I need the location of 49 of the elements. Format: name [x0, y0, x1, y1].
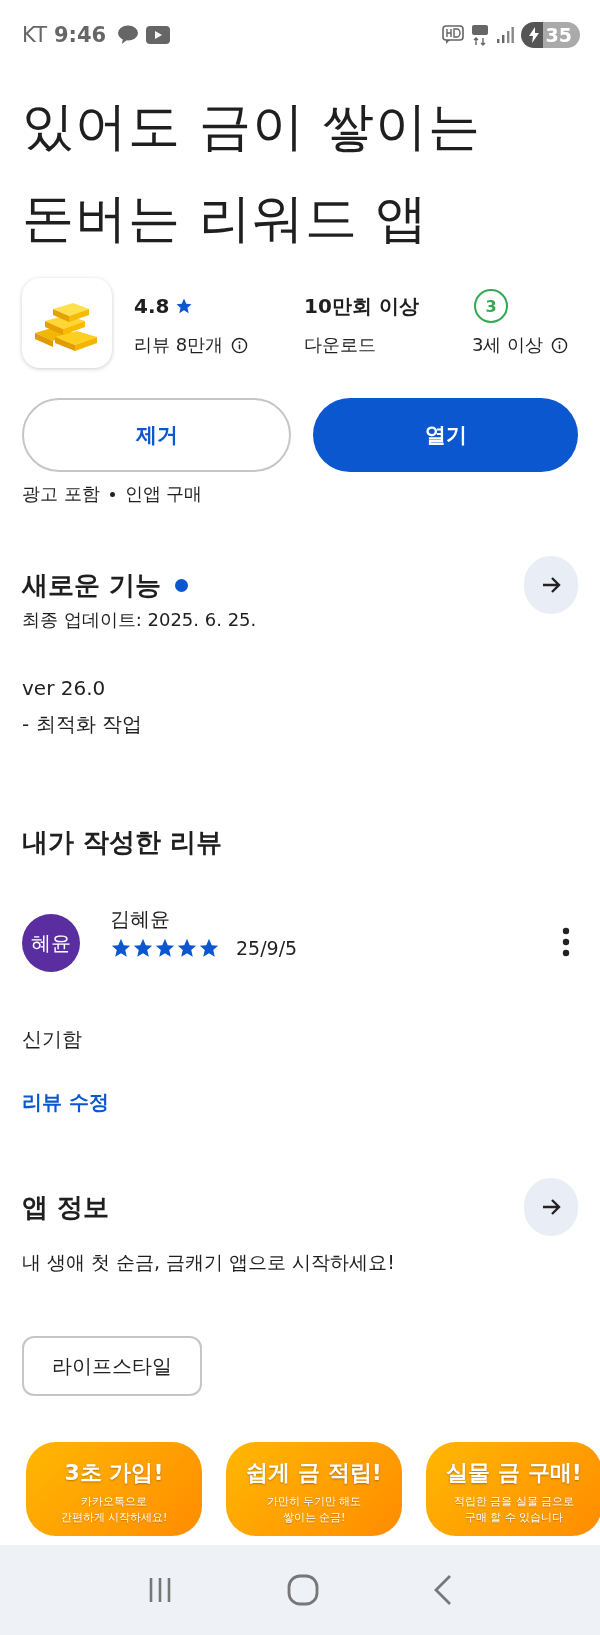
network-icon: [470, 24, 489, 46]
clock-time: 9:46: [53, 23, 107, 47]
arrow-button[interactable]: [524, 1178, 578, 1236]
play-icon: [146, 26, 171, 44]
screenshot-heading: 실물 금 구매!: [446, 1459, 582, 1487]
signal-icon: [495, 26, 514, 44]
uninstall-button[interactable]: 제거: [22, 398, 291, 472]
review-count: 리뷰 8만개: [134, 333, 224, 357]
review-date: 25/9/5: [236, 936, 298, 959]
screenshot-caption: 적립한 금을 실물 금으로: [453, 1494, 575, 1510]
chat-bubble-icon: [117, 25, 140, 45]
app-title: 있어도 금이 쌓이는: [22, 95, 483, 158]
user-avatar: 혜윤: [22, 914, 80, 972]
separator-dot: [109, 491, 115, 497]
screenshot-caption: 간편하게 시작하세요!: [60, 1510, 168, 1526]
hd-icon: [441, 25, 464, 45]
release-note: ver 26.0: [22, 675, 107, 702]
edit-review-link[interactable]: 리뷰 수정: [22, 1090, 109, 1114]
open-button[interactable]: 열기: [313, 398, 578, 472]
update-date: 최종 업데이트: 2025. 6. 25.: [21, 608, 258, 632]
section-title: 내가 작성한 리뷰: [22, 825, 223, 859]
download-label: 다운로드: [304, 333, 376, 357]
release-note: - 최적화 작업: [22, 711, 143, 738]
ad-note: 광고 포함: [22, 482, 100, 506]
screenshot-caption: 쌓이는 순금!: [282, 1510, 346, 1526]
battery-indicator: 35: [520, 22, 580, 48]
age-rating-badge: 3: [474, 289, 508, 323]
review-text: 신기함: [21, 1026, 83, 1053]
home-icon[interactable]: [286, 1573, 320, 1607]
info-icon[interactable]: [231, 336, 249, 354]
age-rating-label: 3세 이상: [472, 333, 544, 357]
screenshot-caption: 카카오톡으로: [81, 1494, 147, 1510]
app-title: 돈버는 리워드 앱: [22, 187, 430, 250]
app-description: 내 생애 첫 순금, 금캐기 앱으로 시작하세요!: [21, 1250, 396, 1275]
section-title: 앱 정보: [22, 1190, 110, 1224]
ad-note: 인앱 구매: [124, 482, 203, 506]
arrow-button[interactable]: [524, 556, 578, 614]
info-icon[interactable]: [551, 336, 569, 354]
screenshot-caption: 가만히 두기만 해도: [266, 1494, 362, 1510]
screenshot-heading: 3초 가입!: [64, 1459, 164, 1487]
section-title: 새로운 기능: [22, 568, 162, 602]
reviewer-name: 김혜윤: [110, 905, 171, 933]
carrier-name: KT: [22, 23, 47, 47]
category-chip[interactable]: 라이프스타일: [22, 1336, 202, 1396]
download-count: 10만회 이상: [304, 292, 419, 320]
screenshot-caption: 구매 할 수 있습니다: [464, 1510, 564, 1526]
rating-value: 4.8: [134, 294, 170, 318]
screenshot-heading: 쉽게 금 적립!: [246, 1459, 382, 1487]
star-icon: [175, 297, 194, 315]
